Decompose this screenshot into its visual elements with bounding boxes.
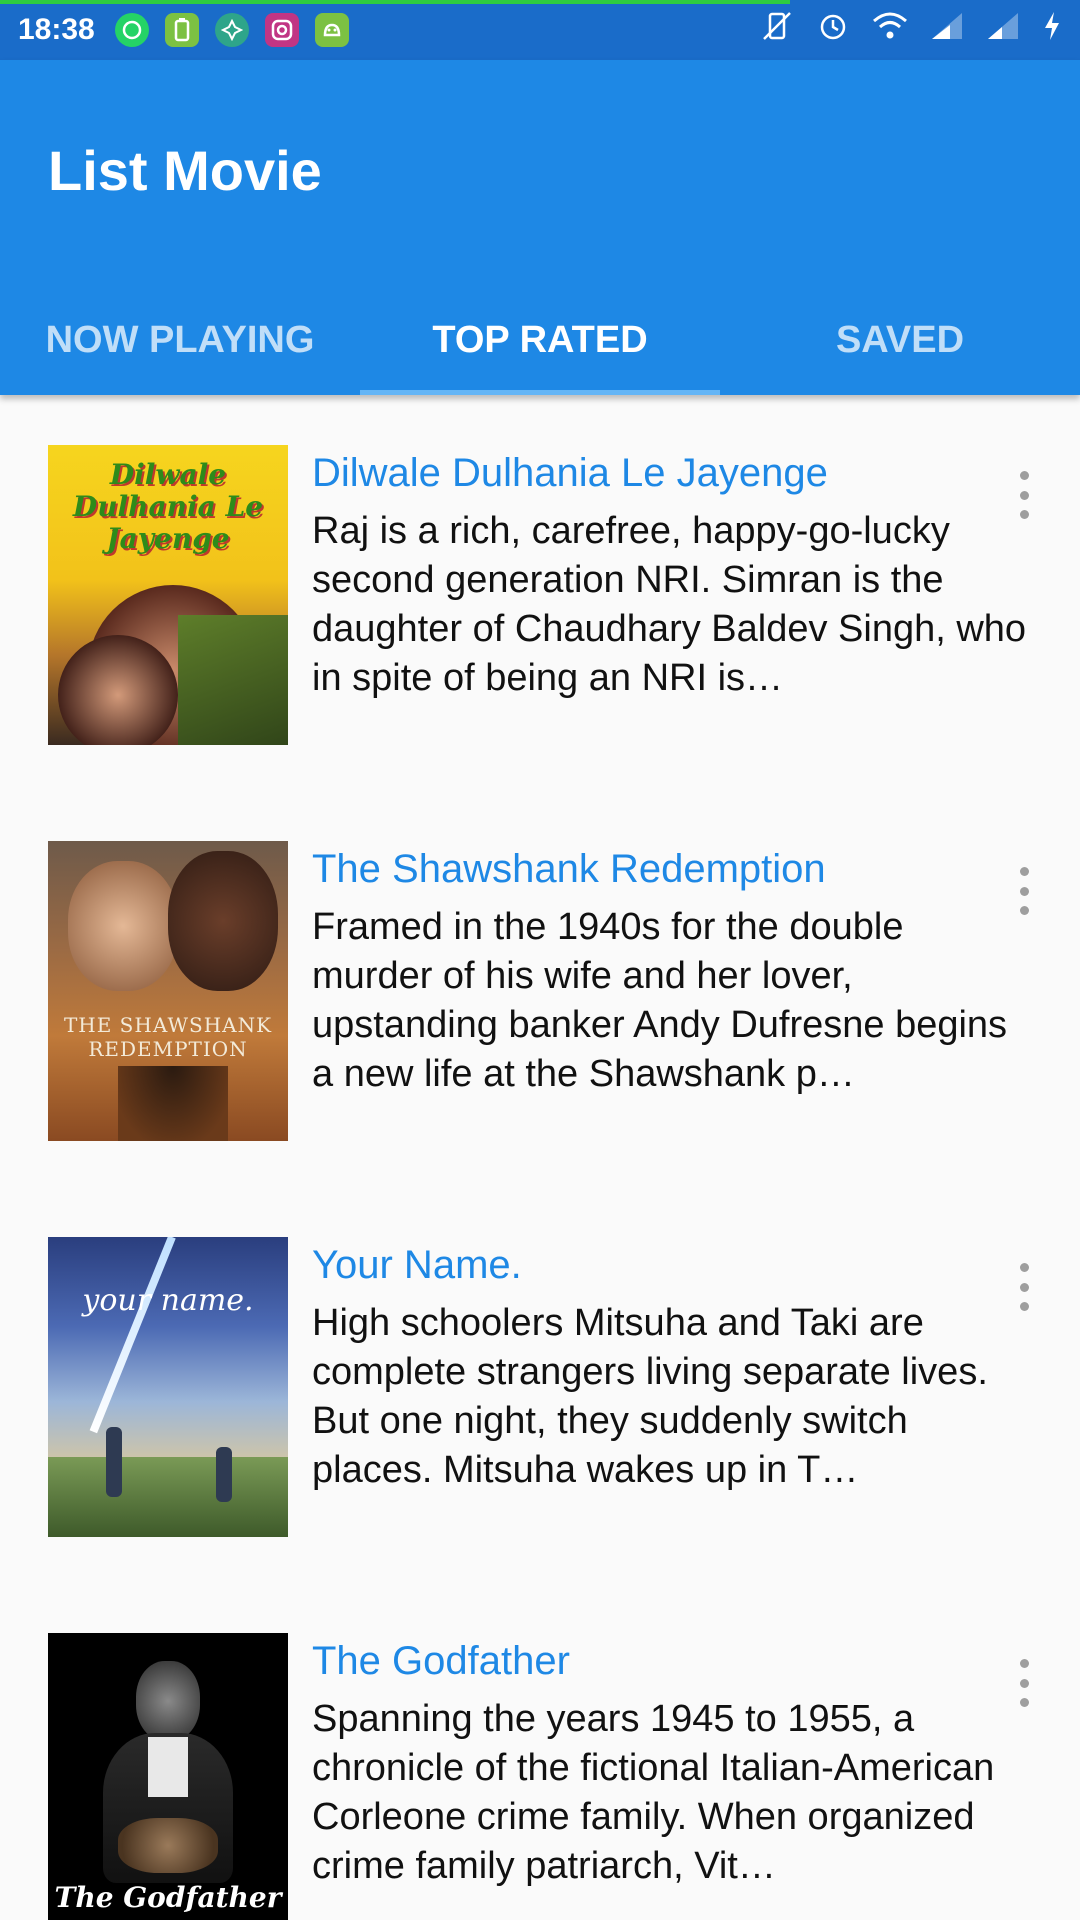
list-item[interactable]: your name. Your Name. High schoolers Mit…: [0, 1187, 1080, 1583]
movie-poster: The Godfather: [48, 1633, 288, 1920]
whatsapp-icon: [114, 13, 149, 47]
status-progress-line: [0, 0, 790, 4]
movie-overview: Framed in the 1940s for the double murde…: [312, 906, 1008, 1095]
list-item[interactable]: Dilwale Dulhania Le Jayenge Dilwale Dulh…: [0, 395, 1080, 791]
movie-title: The Godfather: [312, 1639, 570, 1683]
more-options-button[interactable]: [1008, 1257, 1040, 1317]
movie-overview: Raj is a rich, carefree, happy-go-lucky …: [312, 510, 1027, 699]
list-item[interactable]: The Godfather The Godfather Spanning the…: [0, 1583, 1080, 1920]
tab-now-playing[interactable]: NOW PLAYING: [0, 286, 360, 395]
app-bar: List Movie NOW PLAYING TOP RATED SAVED: [0, 60, 1080, 395]
more-vert-icon: [1019, 1263, 1029, 1272]
movie-poster: Dilwale Dulhania Le Jayenge: [48, 445, 288, 745]
tab-saved[interactable]: SAVED: [720, 286, 1080, 395]
poster-title-text: The Godfather: [54, 1881, 282, 1914]
more-options-button[interactable]: [1008, 465, 1040, 525]
poster-title-text: THE SHAWSHANK REDEMPTION: [63, 1013, 273, 1061]
wifi-icon: [872, 11, 908, 49]
charging-icon: [1042, 10, 1062, 50]
battery-app-icon: [164, 13, 199, 47]
more-options-button[interactable]: [1008, 1653, 1040, 1713]
movie-title: The Shawshank Redemption: [312, 847, 826, 891]
movie-poster: THE SHAWSHANK REDEMPTION: [48, 841, 288, 1141]
system-icons: [760, 9, 1062, 51]
notification-icons: [114, 13, 349, 47]
alarm-icon: [816, 9, 850, 51]
list-item[interactable]: THE SHAWSHANK REDEMPTION The Shawshank R…: [0, 791, 1080, 1187]
quran-app-icon: [214, 13, 249, 47]
tab-top-rated[interactable]: TOP RATED: [360, 286, 720, 395]
movie-overview: High schoolers Mitsuha and Taki are comp…: [312, 1302, 988, 1491]
signal-icon: [930, 11, 964, 49]
more-vert-icon: [1019, 867, 1029, 876]
movie-overview: Spanning the years 1945 to 1955, a chron…: [312, 1698, 995, 1887]
android-icon: [314, 13, 349, 47]
signal-icon: [986, 11, 1020, 49]
status-time: 18:38: [18, 13, 95, 46]
vibrate-icon: [760, 9, 794, 51]
more-vert-icon: [1019, 1659, 1029, 1668]
poster-title-text: Dilwale Dulhania Le Jayenge: [72, 458, 264, 555]
more-options-button[interactable]: [1008, 861, 1040, 921]
movie-title: Your Name.: [312, 1243, 522, 1287]
movie-poster: your name.: [48, 1237, 288, 1537]
instagram-icon: [264, 13, 299, 47]
more-vert-icon: [1019, 471, 1029, 480]
status-bar: 18:38: [0, 0, 1080, 60]
movie-title: Dilwale Dulhania Le Jayenge: [312, 451, 828, 495]
poster-title-text: your name.: [82, 1283, 254, 1318]
page-title: List Movie: [48, 139, 322, 202]
movie-list: Dilwale Dulhania Le Jayenge Dilwale Dulh…: [0, 395, 1080, 1920]
tab-bar: NOW PLAYING TOP RATED SAVED: [0, 286, 1080, 395]
